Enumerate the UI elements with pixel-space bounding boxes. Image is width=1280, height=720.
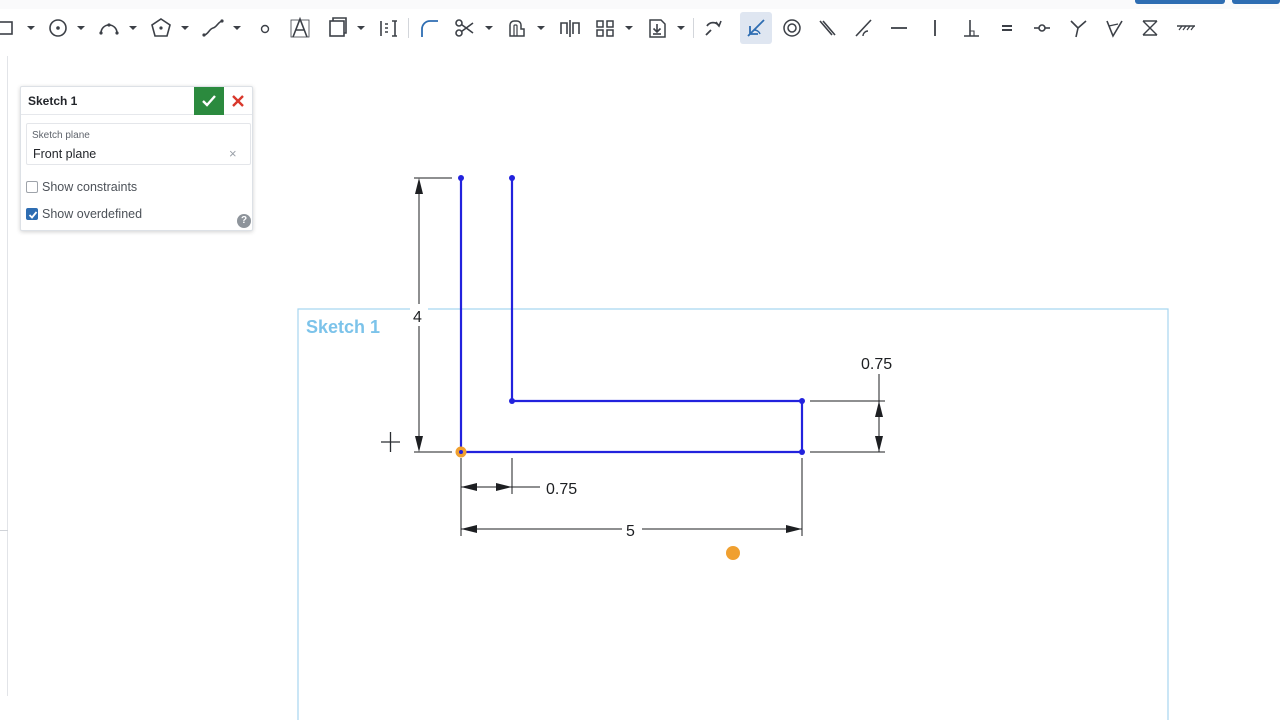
origin-point[interactable] (455, 446, 467, 458)
check-icon (28, 211, 38, 219)
sketch-plane-field[interactable]: Sketch plane Front plane × (26, 123, 251, 165)
projected-origin-point[interactable] (726, 546, 740, 560)
dialog-title: Sketch 1 (28, 94, 78, 108)
sketch-point[interactable] (509, 175, 515, 181)
sketch-point[interactable] (509, 398, 515, 404)
l-profile-sketch[interactable] (458, 175, 805, 455)
sketch-plane-value[interactable]: Front plane (33, 147, 96, 161)
show-overdefined-label[interactable]: Show overdefined (42, 207, 142, 221)
cancel-button[interactable] (229, 92, 247, 110)
app-window: Sketch 1 4 0.75 5 0.75 Sketch 1 Sketch p… (0, 0, 1280, 720)
dialog-header: Sketch 1 (21, 87, 252, 115)
dimension-value[interactable]: 5 (626, 523, 635, 540)
sketch-plane-label: Sketch plane (32, 130, 90, 141)
dimension-value[interactable]: 0.75 (861, 356, 892, 373)
dimension-value[interactable]: 0.75 (546, 481, 577, 498)
crosshair-cursor-icon (381, 432, 400, 452)
dimension-value[interactable]: 4 (413, 309, 422, 326)
wall-thickness-dimension[interactable]: 0.75 (460, 458, 577, 498)
show-constraints-checkbox[interactable] (26, 181, 38, 193)
help-icon[interactable]: ? (237, 214, 251, 228)
base-thickness-dimension[interactable]: 0.75 (810, 356, 892, 453)
close-icon (232, 95, 244, 107)
show-overdefined-checkbox[interactable] (26, 208, 38, 220)
sketch-point[interactable] (799, 449, 805, 455)
sketch-dialog: Sketch 1 Sketch plane Front plane × Show… (20, 86, 253, 231)
sketch-point[interactable] (799, 398, 805, 404)
check-icon (202, 95, 216, 107)
show-constraints-label[interactable]: Show constraints (42, 180, 137, 194)
accept-button[interactable] (194, 87, 224, 115)
height-dimension[interactable]: 4 (410, 177, 452, 453)
sketch-plane-label: Sketch 1 (306, 317, 380, 337)
sketch-point[interactable] (458, 175, 464, 181)
clear-selection-icon[interactable]: × (229, 146, 237, 161)
sketch-plane-boundary (297, 308, 1169, 720)
